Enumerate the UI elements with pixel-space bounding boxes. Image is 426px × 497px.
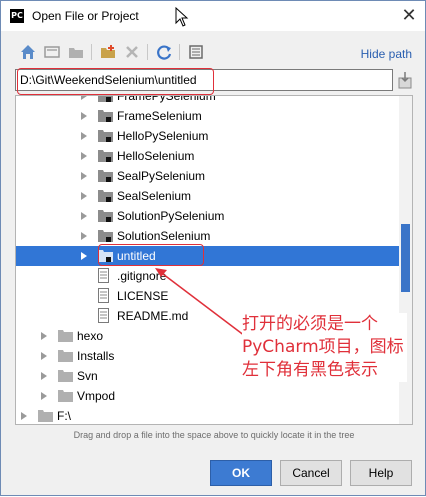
file-icon [98,308,109,323]
expand-arrow-icon[interactable] [41,352,47,360]
tree-row-label: HelloPySelenium [117,129,209,143]
folder-icon [58,390,73,402]
folder-icon [58,370,73,382]
tree-row[interactable]: SealSelenium [16,186,399,206]
mouse-cursor-icon [175,7,189,27]
cancel-button[interactable]: Cancel [280,460,342,486]
tree-row-label: FramePySelenium [117,95,216,103]
expand-arrow-icon[interactable] [81,232,87,240]
tree-row[interactable]: HelloSelenium [16,146,399,166]
tree-row[interactable]: .gitignore [16,266,399,286]
project-folder-icon [98,230,113,242]
tree-row[interactable]: SolutionSelenium [16,226,399,246]
tree-row[interactable]: untitled [16,246,399,266]
tree-row-label: SealPySelenium [117,169,206,183]
delete-icon[interactable] [123,43,141,61]
new-folder-icon[interactable] [99,43,117,61]
tree-row[interactable]: FrameSelenium [16,106,399,126]
project-folder-icon[interactable] [67,43,85,61]
folder-icon [58,330,73,342]
toolbar-separator [91,44,92,60]
project-folder-icon [98,210,113,222]
toolbar-separator [147,44,148,60]
tree-row-label: Svn [77,369,98,383]
open-file-dialog: PC Open File or Project ✕ Hide path D:\G… [0,0,426,496]
annotation-path-highlight [17,68,214,95]
expand-arrow-icon[interactable] [41,332,47,340]
annotation-note: 打开的必须是一个PyCharm项目，图标左下角有黑色表示 [242,313,407,382]
project-folder-icon [98,190,113,202]
file-icon [98,288,109,303]
tree-row[interactable]: F:\ [16,406,399,424]
tree-row[interactable]: HelloPySelenium [16,126,399,146]
path-download-icon[interactable] [397,71,413,89]
toolbar-separator [179,44,180,60]
expand-arrow-icon[interactable] [81,152,87,160]
annotation-untitled-highlight [98,244,204,266]
tree-row[interactable]: Vmpod [16,386,399,406]
ok-button[interactable]: OK [210,460,272,486]
project-folder-icon [98,96,113,102]
title-bar: PC Open File or Project ✕ [1,1,425,31]
drag-drop-hint: Drag and drop a file into the space abov… [73,430,355,440]
tree-row-label: HelloSelenium [117,149,195,163]
tree-row-label: Installs [77,349,115,363]
expand-arrow-icon[interactable] [81,252,87,260]
tree-row-label: F:\ [57,409,71,423]
tree-row-label: Vmpod [77,389,116,403]
expand-arrow-icon[interactable] [41,372,47,380]
project-folder-icon [98,150,113,162]
tree-row[interactable]: FramePySelenium [16,95,399,106]
show-hidden-icon[interactable] [187,43,205,61]
tree-row-label: SolutionSelenium [117,229,211,243]
tree-row[interactable]: SolutionPySelenium [16,206,399,226]
close-button[interactable]: ✕ [397,3,421,27]
expand-arrow-icon[interactable] [81,212,87,220]
file-icon [98,268,109,283]
tree-row[interactable]: LICENSE [16,286,399,306]
tree-row-label: LICENSE [117,289,169,303]
tree-row-label: README.md [117,309,189,323]
project-folder-icon [98,170,113,182]
tree-row-label: SolutionPySelenium [117,209,225,223]
drive-folder-icon [38,410,53,422]
expand-arrow-icon[interactable] [81,96,87,100]
pycharm-logo-icon: PC [10,9,24,23]
scrollbar-thumb[interactable] [401,224,410,292]
project-folder-icon [98,110,113,122]
tree-row-label: .gitignore [117,269,167,283]
tree-row-label: SealSelenium [117,189,192,203]
help-button[interactable]: Help [350,460,412,486]
project-folder-icon [98,130,113,142]
tree-row-label: FrameSelenium [117,109,202,123]
expand-arrow-icon[interactable] [21,412,27,420]
tree-row-label: hexo [77,329,104,343]
desktop-icon[interactable] [43,43,61,61]
folder-icon [58,350,73,362]
expand-arrow-icon[interactable] [81,192,87,200]
expand-arrow-icon[interactable] [81,172,87,180]
dialog-title: Open File or Project [32,9,139,23]
expand-arrow-icon[interactable] [81,112,87,120]
tree-row[interactable]: SealPySelenium [16,166,399,186]
expand-arrow-icon[interactable] [81,132,87,140]
hide-path-link[interactable]: Hide path [361,47,412,61]
home-icon[interactable] [19,43,37,61]
expand-arrow-icon[interactable] [41,392,47,400]
refresh-icon[interactable] [155,43,173,61]
